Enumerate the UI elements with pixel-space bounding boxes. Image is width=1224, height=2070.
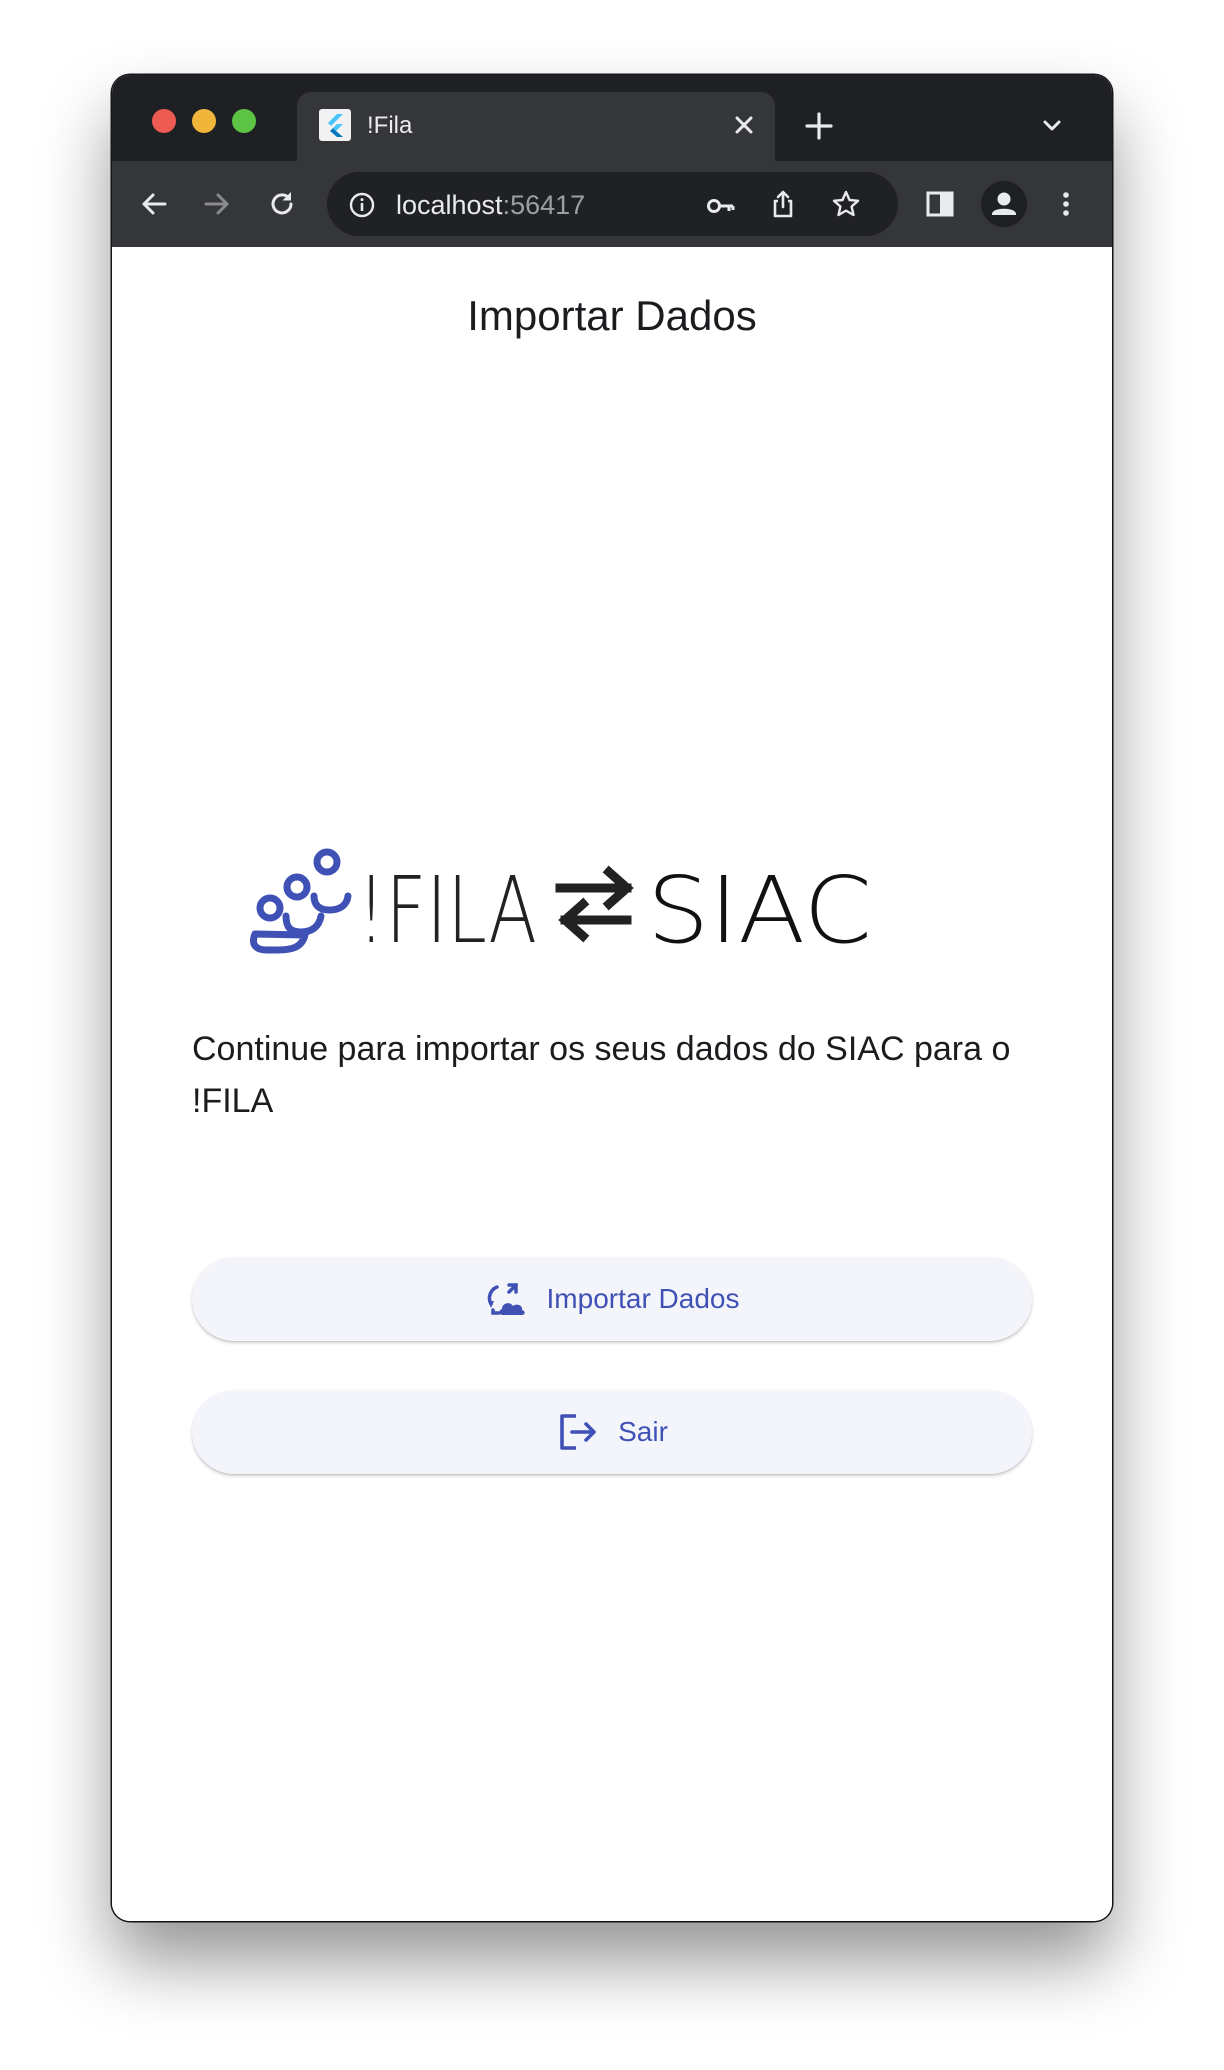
flutter-favicon-icon xyxy=(319,109,351,141)
browser-toolbar: localhost:56417 xyxy=(112,161,1112,249)
logo-right-text: SIAC xyxy=(647,857,872,962)
people-group-icon xyxy=(250,848,352,954)
tab-title: !Fila xyxy=(367,112,413,139)
import-data-button[interactable]: Importar Dados xyxy=(192,1257,1032,1341)
share-icon[interactable] xyxy=(767,188,799,220)
info-icon[interactable] xyxy=(347,190,377,220)
fila-siac-logo: !FILA SIAC xyxy=(250,848,872,962)
key-icon[interactable] xyxy=(705,190,737,222)
url-host: localhost xyxy=(396,190,503,220)
url-text[interactable]: localhost:56417 xyxy=(396,190,585,220)
logo-left-text: !FILA xyxy=(357,857,537,962)
window-maximize-button[interactable] xyxy=(232,109,256,133)
chevron-down-icon[interactable] xyxy=(1037,111,1067,141)
logout-icon xyxy=(560,1414,596,1450)
import-button-label: Importar Dados xyxy=(546,1283,740,1314)
address-bar[interactable]: localhost:56417 xyxy=(327,172,898,236)
reload-icon[interactable] xyxy=(264,186,300,222)
tab-strip: !Fila xyxy=(112,75,1112,161)
description-text: Continue para importar os seus dados do … xyxy=(192,1030,1011,1120)
page-title: Importar Dados xyxy=(467,292,757,339)
more-vert-icon[interactable] xyxy=(1048,186,1084,222)
window-minimize-button[interactable] xyxy=(192,109,216,133)
forward-arrow-icon[interactable] xyxy=(199,186,235,222)
page-content: Importar Dados !FILA SIAC Continue para … xyxy=(112,247,1112,1921)
window-close-button[interactable] xyxy=(152,109,176,133)
url-port: :56417 xyxy=(502,190,586,220)
new-tab-plus-icon[interactable] xyxy=(802,109,836,143)
browser-tab[interactable]: !Fila xyxy=(297,92,775,161)
close-icon[interactable] xyxy=(729,110,759,140)
profile-icon[interactable] xyxy=(981,181,1027,227)
swap-arrows-icon xyxy=(555,865,634,943)
exit-button-label: Sair xyxy=(618,1416,668,1447)
exit-button[interactable]: Sair xyxy=(192,1390,1032,1474)
back-arrow-icon[interactable] xyxy=(136,186,172,222)
cloud-sync-icon xyxy=(487,1283,525,1315)
side-panel-icon[interactable] xyxy=(922,186,958,222)
browser-window: !Fila localhost:56417 Importar Dados !FI… xyxy=(112,75,1112,1921)
star-icon[interactable] xyxy=(830,188,862,220)
